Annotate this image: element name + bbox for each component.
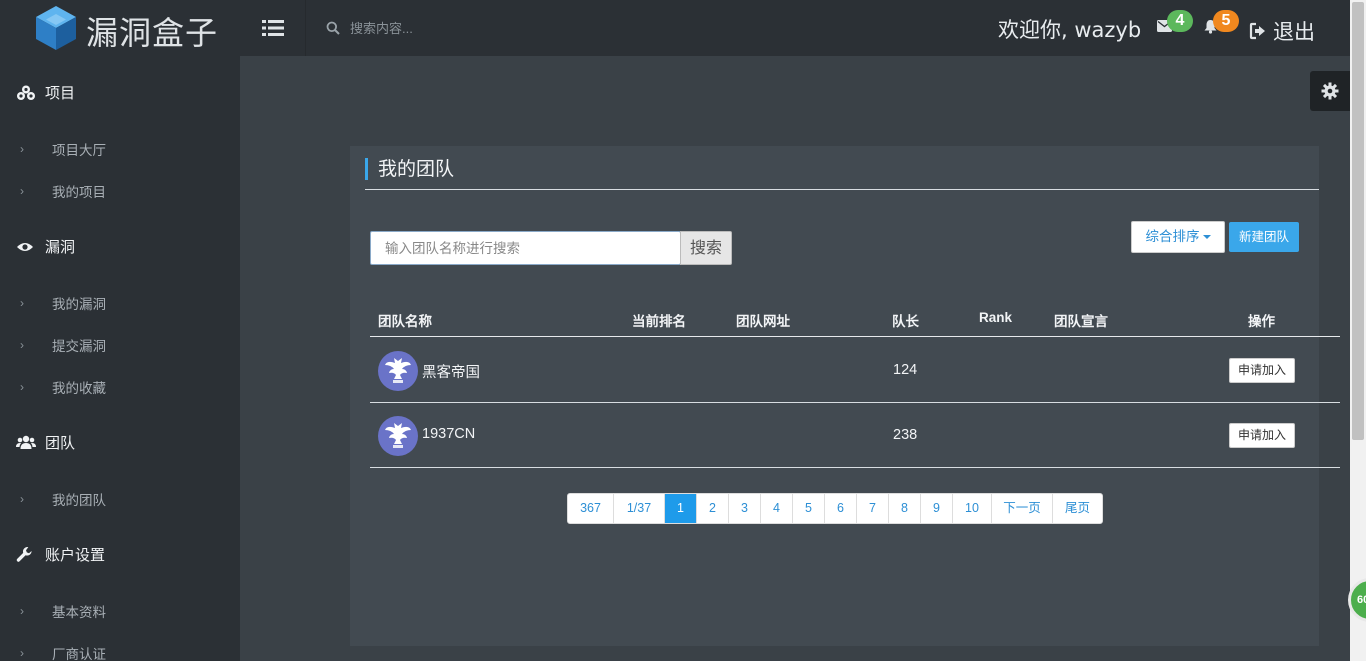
sidebar-item-submit-vuln[interactable]: › 提交漏洞 <box>20 335 106 355</box>
sidebar-item-label: 我的团队 <box>52 493 106 508</box>
column-header: 团队名称 <box>378 314 432 329</box>
logo-cube-icon <box>36 6 76 50</box>
table-row: 黑客帝国 124 申请加入 <box>370 338 1340 403</box>
my-team-panel: 我的团队 搜索 综合排序 新建团队 团队名称 当前排名 团队网址 队长 Rank… <box>350 146 1340 646</box>
sidebar-item-my-projects[interactable]: › 我的项目 <box>20 181 106 201</box>
chevron-right-icon: › <box>20 646 24 660</box>
cubes-icon <box>17 85 35 100</box>
new-team-button[interactable]: 新建团队 <box>1229 222 1299 252</box>
eagle-icon <box>385 358 411 383</box>
page-button[interactable]: 4 <box>761 494 793 523</box>
panel-title: 我的团队 <box>365 158 454 180</box>
last-page-button[interactable]: 尾页 <box>1053 494 1102 523</box>
sidebar-section-label: 漏洞 <box>45 239 76 256</box>
logout-label: 退出 <box>1273 20 1315 44</box>
team-search-input[interactable] <box>385 232 675 264</box>
welcome-text: 欢迎你, wazyb <box>998 18 1142 42</box>
table-row: 1937CN 238 申请加入 <box>370 403 1340 468</box>
chevron-right-icon: › <box>20 184 24 198</box>
table-header: 团队名称 当前排名 团队网址 队长 Rank 团队宣言 操作 <box>370 306 1340 337</box>
scrollbar-thumb[interactable] <box>1352 2 1364 440</box>
page-button[interactable]: 3 <box>729 494 761 523</box>
sidebar-section-label: 项目 <box>45 85 76 102</box>
page-button[interactable]: 6 <box>825 494 857 523</box>
header-search <box>326 16 726 40</box>
join-team-button[interactable]: 申请加入 <box>1229 358 1295 383</box>
column-header: 团队宣言 <box>1054 314 1108 329</box>
chevron-right-icon: › <box>20 296 24 310</box>
chevron-right-icon: › <box>20 142 24 156</box>
sidebar-item-label: 基本资料 <box>52 605 106 620</box>
eagle-icon <box>385 423 411 448</box>
notification-count-badge[interactable]: 5 <box>1213 10 1239 32</box>
page-button[interactable]: 2 <box>697 494 729 523</box>
column-header: 队长 <box>892 314 919 329</box>
sort-dropdown-button[interactable]: 综合排序 <box>1131 221 1225 253</box>
sidebar-item-favorites[interactable]: › 我的收藏 <box>20 377 106 397</box>
sidebar-section-projects[interactable]: 项目 <box>16 82 75 103</box>
chevron-right-icon: › <box>20 380 24 394</box>
caret-down-icon <box>1202 235 1211 240</box>
header-search-input[interactable] <box>350 20 650 36</box>
team-search-box <box>370 231 681 265</box>
logo[interactable]: 漏洞盒子 <box>0 0 240 56</box>
sidebar-section-label: 团队 <box>45 435 76 452</box>
page-button[interactable]: 10 <box>953 494 992 523</box>
team-leader: 124 <box>893 362 918 378</box>
pagination-total: 367 <box>568 494 614 523</box>
chevron-right-icon: › <box>20 338 24 352</box>
sidebar-item-project-hall[interactable]: › 项目大厅 <box>20 139 106 159</box>
eye-icon <box>17 242 33 251</box>
wrench-icon <box>16 546 32 562</box>
team-avatar <box>378 351 418 391</box>
settings-button[interactable] <box>1310 71 1350 111</box>
page-button-active[interactable]: 1 <box>665 494 697 523</box>
sidebar-section-account[interactable]: 账户设置 <box>16 544 105 565</box>
sidebar-item-vendor-verify[interactable]: › 厂商认证 <box>20 643 106 661</box>
sidebar-item-label: 我的收藏 <box>52 381 106 396</box>
sidebar-section-label: 账户设置 <box>45 547 106 564</box>
pagination: 367 1/37 1 2 3 4 5 6 7 8 9 10 下一页 尾页 <box>567 493 1103 524</box>
column-header: 操作 <box>1248 314 1275 329</box>
chevron-right-icon: › <box>20 492 24 506</box>
logout-button[interactable]: 退出 <box>1249 16 1315 46</box>
list-icon <box>261 20 284 36</box>
gear-icon <box>1321 82 1339 100</box>
sidebar-item-profile[interactable]: › 基本资料 <box>20 601 106 621</box>
sort-label: 综合排序 <box>1145 229 1200 244</box>
sign-out-icon <box>1249 22 1265 40</box>
page-button[interactable]: 7 <box>857 494 889 523</box>
sidebar-item-my-vulns[interactable]: › 我的漏洞 <box>20 293 106 313</box>
next-page-button[interactable]: 下一页 <box>992 494 1053 523</box>
search-button[interactable]: 搜索 <box>680 231 732 265</box>
sidebar-item-label: 厂商认证 <box>52 647 106 661</box>
team-name[interactable]: 1937CN <box>422 426 475 442</box>
search-icon <box>326 21 340 35</box>
column-header: 当前排名 <box>632 314 686 329</box>
logo-text: 漏洞盒子 <box>86 14 219 52</box>
sidebar-item-label: 我的项目 <box>52 185 106 200</box>
divider <box>365 189 1319 190</box>
mail-count-badge[interactable]: 4 <box>1167 10 1193 32</box>
team-name[interactable]: 黑客帝国 <box>422 361 480 382</box>
team-avatar <box>378 416 418 456</box>
page-button[interactable]: 9 <box>921 494 953 523</box>
pagination-page-of: 1/37 <box>614 494 665 523</box>
sidebar-item-label: 我的漏洞 <box>52 297 106 312</box>
sidebar-section-team[interactable]: 团队 <box>16 432 75 453</box>
column-header: 团队网址 <box>736 314 790 329</box>
sidebar-section-vulns[interactable]: 漏洞 <box>16 236 75 257</box>
column-header: Rank <box>979 310 1013 325</box>
users-icon <box>16 435 36 449</box>
join-team-button[interactable]: 申请加入 <box>1229 423 1295 448</box>
page-button[interactable]: 5 <box>793 494 825 523</box>
menu-toggle-button[interactable] <box>240 0 306 56</box>
sidebar-item-label: 提交漏洞 <box>52 339 106 354</box>
page-button[interactable]: 8 <box>889 494 921 523</box>
sidebar-item-label: 项目大厅 <box>52 143 106 158</box>
team-leader: 238 <box>893 427 918 443</box>
sidebar-item-my-team[interactable]: › 我的团队 <box>20 489 106 509</box>
chevron-right-icon: › <box>20 604 24 618</box>
